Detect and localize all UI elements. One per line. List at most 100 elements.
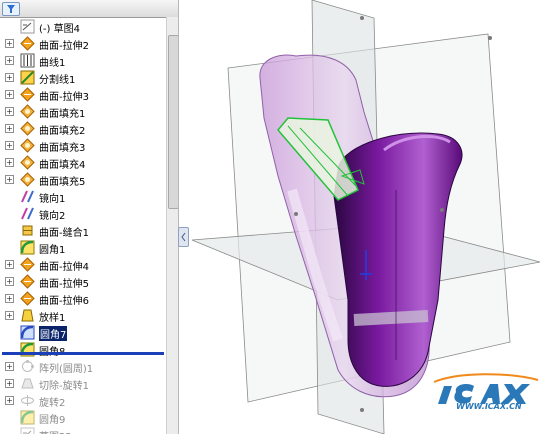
revolve-icon [20,393,35,408]
curve-icon [20,53,35,68]
tree-item[interactable]: + 切除-旋转1 [0,375,165,392]
surface-fill-icon [20,172,35,187]
mirror-icon [20,189,35,204]
expand-toggle[interactable]: + [5,260,14,269]
tree-item[interactable]: + 曲线1 [0,52,165,69]
graphics-viewport[interactable] [188,0,550,435]
surface-extrude-icon [20,36,35,51]
surface-extrude-icon [20,87,35,102]
feature-tree: (-) 草图4 + 曲面-拉伸2 + 曲线1 + 分割线1 + 曲面-拉伸3 + 曲面填充1 + 曲面填… [0,17,165,434]
feature-filter-bar [0,0,178,18]
tree-item[interactable]: 圆角7 [0,324,165,341]
filter-button[interactable] [2,2,20,16]
tree-item[interactable]: 草图22 [0,426,165,434]
surface-fill-icon [20,104,35,119]
tree-item-label: 曲面填充4 [39,160,86,171]
expand-toggle[interactable]: + [5,311,14,320]
tree-item[interactable]: 曲面-缝合1 [0,222,165,239]
tree-item-label: 圆角8 [39,343,65,358]
fillet-icon [20,410,35,425]
filter-icon [7,5,15,13]
tree-item-label: 放样1 [39,313,66,324]
tree-item[interactable]: + 曲面-拉伸5 [0,273,165,290]
sketch-icon [20,427,35,434]
fillet-icon [20,240,35,255]
tree-item-label: 曲面-拉伸6 [39,296,89,307]
tree-item[interactable]: + 曲面填充2 [0,120,165,137]
knit-surface-icon [20,223,35,238]
tree-item[interactable]: + 曲面填充3 [0,137,165,154]
expand-toggle[interactable]: + [5,90,14,99]
tree-scrollbar[interactable] [166,17,178,434]
tree-item[interactable]: 圆角1 [0,239,165,256]
loft-icon [20,308,35,323]
tree-item-label: 曲面-拉伸5 [39,279,89,290]
circular-pattern-icon [20,359,35,374]
surface-fill-icon [20,155,35,170]
surface-extrude-icon [20,291,35,306]
split-line-icon [20,70,35,85]
tree-item-label: 曲面-拉伸2 [39,41,89,52]
tree-item[interactable]: + 曲面填充4 [0,154,165,171]
cut-revolve-icon [20,376,35,391]
tree-item[interactable]: 圆角9 [0,409,165,426]
tree-item-label: 曲面-拉伸3 [39,92,89,103]
tree-item-label: 曲面填充1 [39,109,86,120]
expand-toggle[interactable]: + [5,141,14,150]
tree-item-label: 阵列(圆周)1 [39,364,94,375]
tree-item-label: 圆角1 [39,245,66,256]
tree-item[interactable]: + 曲面填充1 [0,103,165,120]
tree-item-label: 镜向1 [39,194,66,205]
expand-toggle[interactable]: + [5,56,14,65]
tree-item-label: 切除-旋转1 [39,381,89,392]
expand-toggle[interactable]: + [5,124,14,133]
tree-item-label: 曲面填充2 [39,126,86,137]
expand-toggle[interactable]: + [5,294,14,303]
icax-logo [433,373,539,404]
tree-item-label: 曲面填充3 [39,143,86,154]
scrollbar-thumb[interactable] [168,35,178,209]
tree-item-label: 圆角7 [39,326,68,341]
tree-item-label: 曲面-缝合1 [39,228,89,239]
tree-item[interactable]: + 曲面-拉伸6 [0,290,165,307]
feature-manager-panel: (-) 草图4 + 曲面-拉伸2 + 曲线1 + 分割线1 + 曲面-拉伸3 + 曲面填充1 + 曲面填… [0,0,179,434]
model-3d-view [191,0,541,435]
tree-item[interactable]: 圆角8 [0,341,165,358]
tree-item-label: 镜向2 [39,211,66,222]
mirror-icon [20,206,35,221]
tree-item[interactable]: + 旋转2 [0,392,165,409]
surface-extrude-icon [20,274,35,289]
watermark-url: WWW.ICAX.CN [456,402,522,411]
tree-item[interactable]: + 曲面填充5 [0,171,165,188]
surface-extrude-icon [20,257,35,272]
tree-item[interactable]: + 曲面-拉伸3 [0,86,165,103]
tree-item-label: 曲面填充5 [39,177,86,188]
tree-item[interactable]: + 阵列(圆周)1 [0,358,165,375]
tree-item-label: 曲面-拉伸4 [39,262,89,273]
fillet-blue-icon [20,325,35,340]
tree-item[interactable]: 镜向1 [0,188,165,205]
tree-item-label: (-) 草图4 [39,24,80,35]
tree-item-label: 圆角9 [39,415,66,426]
expand-toggle[interactable]: + [5,107,14,116]
expand-toggle[interactable]: + [5,158,14,167]
tree-item[interactable]: + 曲面-拉伸4 [0,256,165,273]
expand-toggle[interactable]: + [5,39,14,48]
expand-toggle[interactable]: + [5,379,14,388]
tree-item-label: 分割线1 [39,75,76,86]
tree-item-label: 旋转2 [39,398,66,409]
expand-toggle[interactable]: + [5,277,14,286]
tree-item[interactable]: (-) 草图4 [0,18,165,35]
expand-toggle[interactable]: + [5,73,14,82]
surface-fill-icon [20,138,35,153]
sketch-icon [20,19,35,34]
tree-item[interactable]: 镜向2 [0,205,165,222]
tree-item[interactable]: + 曲面-拉伸2 [0,35,165,52]
surface-fill-icon [20,121,35,136]
expand-toggle[interactable]: + [5,175,14,184]
rollback-bar[interactable] [2,352,164,355]
tree-item[interactable]: + 放样1 [0,307,165,324]
tree-item[interactable]: + 分割线1 [0,69,165,86]
expand-toggle[interactable]: + [5,362,14,371]
expand-toggle[interactable]: + [5,396,14,405]
